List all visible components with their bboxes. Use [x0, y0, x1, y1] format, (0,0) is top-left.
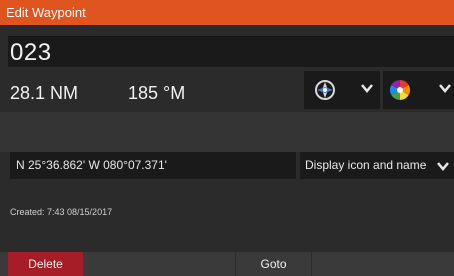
waypoint-name-input[interactable]: 023 — [8, 36, 454, 67]
created-timestamp: Created: 7:43 08/15/2017 — [10, 207, 113, 217]
dialog-title: Edit Waypoint — [0, 0, 454, 25]
chevron-down-icon — [439, 84, 451, 93]
color-dropdown[interactable] — [383, 71, 454, 109]
button-bar: Delete Goto — [0, 252, 454, 276]
distance-value: 28.1 NM — [10, 83, 79, 103]
goto-button[interactable]: Goto — [235, 252, 312, 276]
icon-dropdown[interactable] — [304, 71, 380, 109]
waypoint-name-value: 023 — [10, 39, 52, 66]
bearing-value: 185 °M — [128, 83, 186, 103]
delete-button[interactable]: Delete — [8, 252, 83, 276]
position-field[interactable]: N 25°36.862' W 080°07.371' — [10, 152, 296, 179]
chevron-down-icon — [437, 162, 449, 171]
waypoint-crosshair-icon — [315, 80, 335, 100]
separator-band — [0, 112, 454, 152]
display-mode-dropdown[interactable]: Display icon and name — [300, 152, 454, 179]
chevron-down-icon — [361, 84, 373, 93]
color-wheel-icon — [390, 80, 410, 100]
display-mode-value: Display icon and name — [305, 158, 427, 172]
